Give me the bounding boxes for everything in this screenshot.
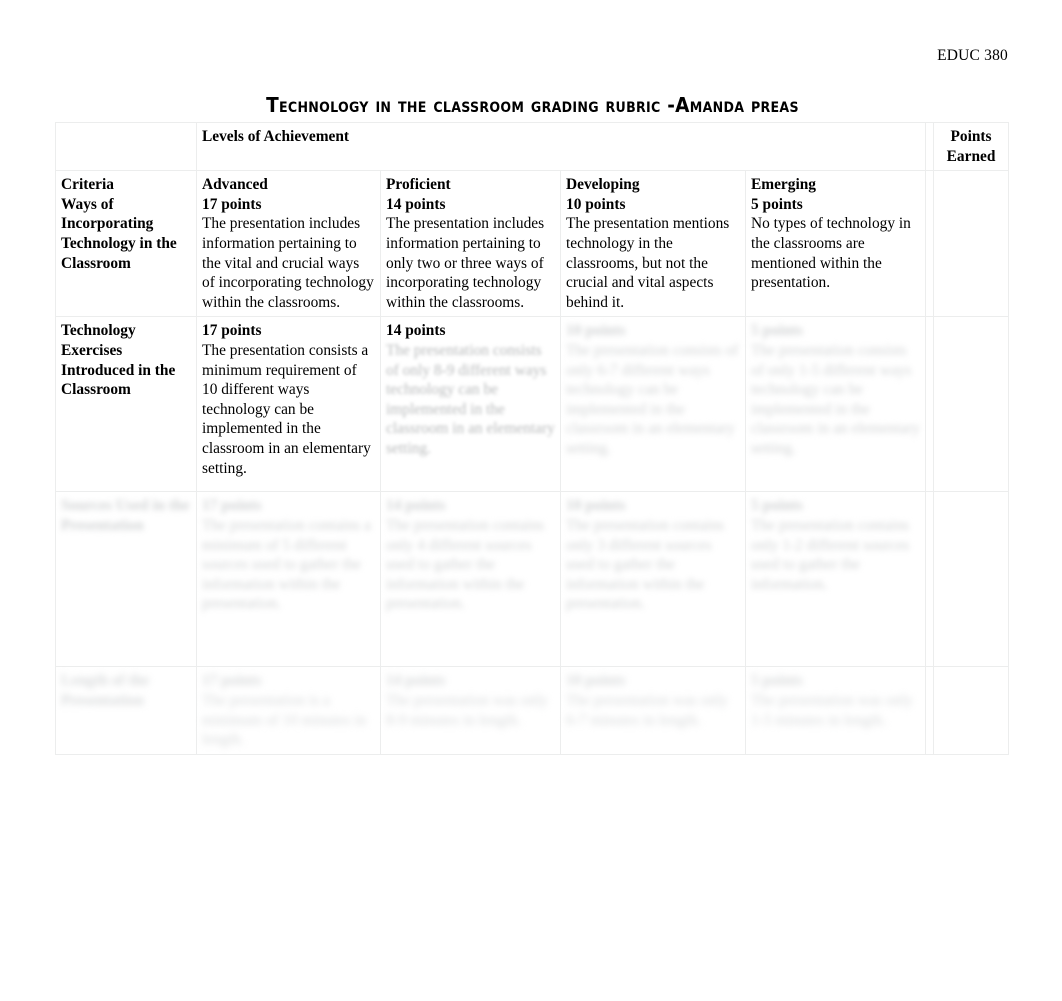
table-row: Sources Used in the Presentation 17 poin… [55,491,1010,668]
level-description: The presentation was only 8-9 minutes in… [386,691,548,729]
level-points: 14 points [386,322,446,340]
level-description: No types of technology in the classrooms… [751,215,911,292]
level-cell-developing: 10 points The presentation consists of o… [560,316,746,493]
rubric-table-container: Levels of Achievement Points Earned Crit… [55,121,1010,755]
level-name-emerging: Emerging [751,176,816,194]
level-description: The presentation was only 1-5 minutes in… [751,691,913,729]
level-cell-advanced: Advanced 17 points The presentation incl… [196,170,381,318]
level-name-developing: Developing [566,176,640,194]
level-description: The presentation is a minimum of 10 minu… [202,691,367,749]
level-points: 5 points [751,322,803,340]
level-cell-proficient: 14 points The presentation was only 8-9 … [380,666,561,755]
table-row: Length of the Presentation 17 points The… [55,666,1010,755]
level-points: 14 points [386,497,446,515]
level-points: 17 points [202,322,262,340]
points-earned-cell[interactable] [933,316,1010,493]
level-cell-emerging: 5 points The presentation contains only … [744,491,927,668]
criteria-cell: Technology Exercises Introduced in the C… [55,316,197,493]
criteria-cell: Criteria Ways of Incorporating Technolog… [55,170,197,318]
level-description: The presentation contains only 3 differe… [566,516,725,613]
level-points: 10 points [566,195,626,213]
level-name-proficient: Proficient [386,176,451,194]
criteria-cell: Length of the Presentation [55,666,197,755]
header-gap-cell [925,121,935,172]
level-description: The presentation includes information pe… [386,215,545,311]
points-earned-cell[interactable] [933,666,1010,755]
row-gap-cell [925,170,935,318]
level-points: 5 points [751,672,803,690]
level-description: The presentation consists of only 1-5 di… [751,341,920,457]
criteria-column-label: Criteria [61,176,114,194]
level-cell-developing: Developing 10 points The presentation me… [560,170,746,318]
criteria-name: Technology Exercises Introduced in the C… [61,322,176,399]
row-gap-cell [925,316,935,493]
level-cell-advanced: 17 points The presentation contains a mi… [196,491,381,668]
level-points: 14 points [386,672,446,690]
level-cell-emerging: 5 points The presentation consists of on… [744,316,927,493]
course-code-header: EDUC 380 [937,47,1008,64]
level-points: 10 points [566,322,626,340]
level-description: The presentation contains a minimum of 5… [202,516,371,613]
page-title: Technology in the classroom grading rubr… [266,93,799,117]
criteria-name: Ways of Incorporating Technology in the … [61,195,177,272]
table-row: Criteria Ways of Incorporating Technolog… [55,170,1010,318]
header-spacer-cell [55,121,197,172]
level-description: The presentation consists of only 6-7 di… [566,341,739,457]
level-cell-emerging: 5 points The presentation was only 1-5 m… [744,666,927,755]
level-description: The presentation was only 6-7 minutes in… [566,691,728,729]
level-cell-proficient: Proficient 14 points The presentation in… [380,170,561,318]
level-name-advanced: Advanced [202,176,268,194]
level-description: The presentation contains only 1-2 diffe… [751,516,910,593]
level-cell-advanced: 17 points The presentation consists a mi… [196,316,381,493]
level-points: 5 points [751,497,803,515]
level-points: 10 points [566,672,626,690]
level-description: The presentation consists a minimum requ… [202,341,371,477]
criteria-name: Sources Used in the Presentation [61,497,190,534]
row-gap-cell [925,491,935,668]
level-description: The presentation includes information pe… [202,215,374,311]
levels-of-achievement-header: Levels of Achievement [195,121,927,172]
rubric-table: Levels of Achievement Points Earned Crit… [55,121,1010,755]
level-cell-developing: 10 points The presentation contains only… [560,491,746,668]
level-cell-advanced: 17 points The presentation is a minimum … [196,666,381,755]
level-points: 14 points [386,195,446,213]
level-cell-proficient: 14 points The presentation consists of o… [380,316,561,493]
row-gap-cell [925,666,935,755]
document-page: EDUC 380 Technology in the classroom gra… [0,0,1062,1001]
level-points: 17 points [202,672,262,690]
points-earned-header: Points Earned [933,121,1010,172]
level-points: 17 points [202,497,262,515]
points-earned-cell[interactable] [933,491,1010,668]
level-description: The presentation consists of only 8-9 di… [386,341,555,457]
criteria-cell: Sources Used in the Presentation [55,491,197,668]
level-description: The presentation contains only 4 differe… [386,516,545,613]
table-row: Technology Exercises Introduced in the C… [55,316,1010,493]
table-header-row: Levels of Achievement Points Earned [55,121,1010,172]
criteria-name: Length of the Presentation [61,672,150,709]
level-points: 10 points [566,497,626,515]
level-cell-developing: 10 points The presentation was only 6-7 … [560,666,746,755]
level-cell-emerging: Emerging 5 points No types of technology… [744,170,927,318]
level-description: The presentation mentions technology in … [566,215,730,311]
levels-of-achievement-label: Levels of Achievement [202,128,350,145]
points-earned-cell[interactable] [933,170,1010,318]
level-cell-proficient: 14 points The presentation contains only… [380,491,561,668]
level-points: 17 points [202,195,262,213]
level-points: 5 points [751,195,803,213]
